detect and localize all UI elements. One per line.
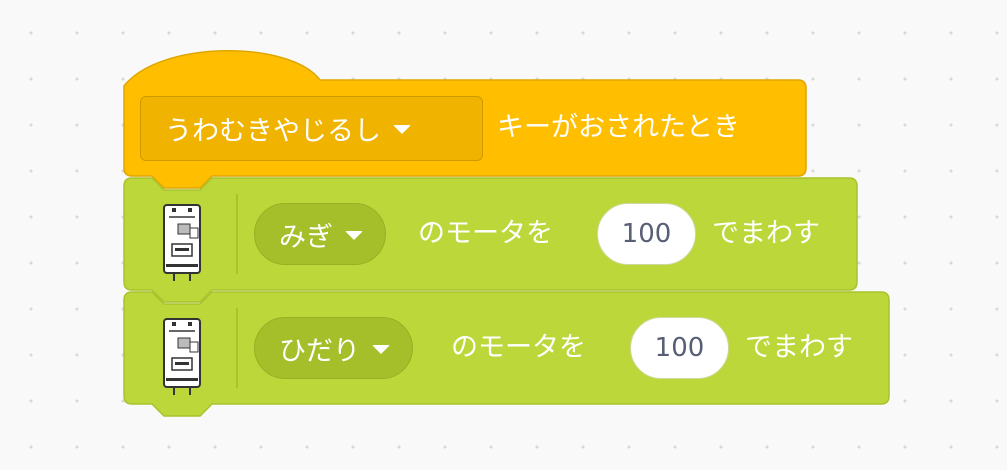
power-input-1[interactable]: 100 bbox=[597, 203, 696, 265]
microcontroller-board-icon bbox=[163, 204, 201, 281]
caret-down-icon bbox=[393, 125, 411, 134]
hat-block-label: キーがおされたとき bbox=[497, 112, 740, 143]
motor-2-label-after: でまわす bbox=[745, 332, 853, 363]
script-stack[interactable]: うわむきやじるし キーがおされたとき みぎ のモータを 100 でまわす ひだり… bbox=[0, 0, 1007, 470]
side-dropdown-1-value: みぎ bbox=[279, 221, 333, 253]
motor-1-label-after: でまわす bbox=[712, 218, 820, 249]
caret-down-icon bbox=[372, 344, 390, 354]
key-dropdown[interactable]: うわむきやじるし bbox=[140, 96, 483, 161]
power-input-1-value: 100 bbox=[621, 219, 672, 249]
power-input-2[interactable]: 100 bbox=[630, 317, 729, 379]
motor-1-label-before: のモータを bbox=[418, 218, 553, 249]
power-input-2-value: 100 bbox=[654, 333, 705, 363]
key-dropdown-value: うわむきやじるし bbox=[165, 116, 381, 147]
motor-2-label-before: のモータを bbox=[451, 332, 586, 363]
microcontroller-board-icon bbox=[163, 318, 201, 395]
side-dropdown-2-value: ひだり bbox=[279, 335, 360, 367]
caret-down-icon bbox=[345, 230, 363, 240]
side-dropdown-1[interactable]: みぎ bbox=[254, 203, 386, 265]
side-dropdown-2[interactable]: ひだり bbox=[254, 317, 413, 379]
